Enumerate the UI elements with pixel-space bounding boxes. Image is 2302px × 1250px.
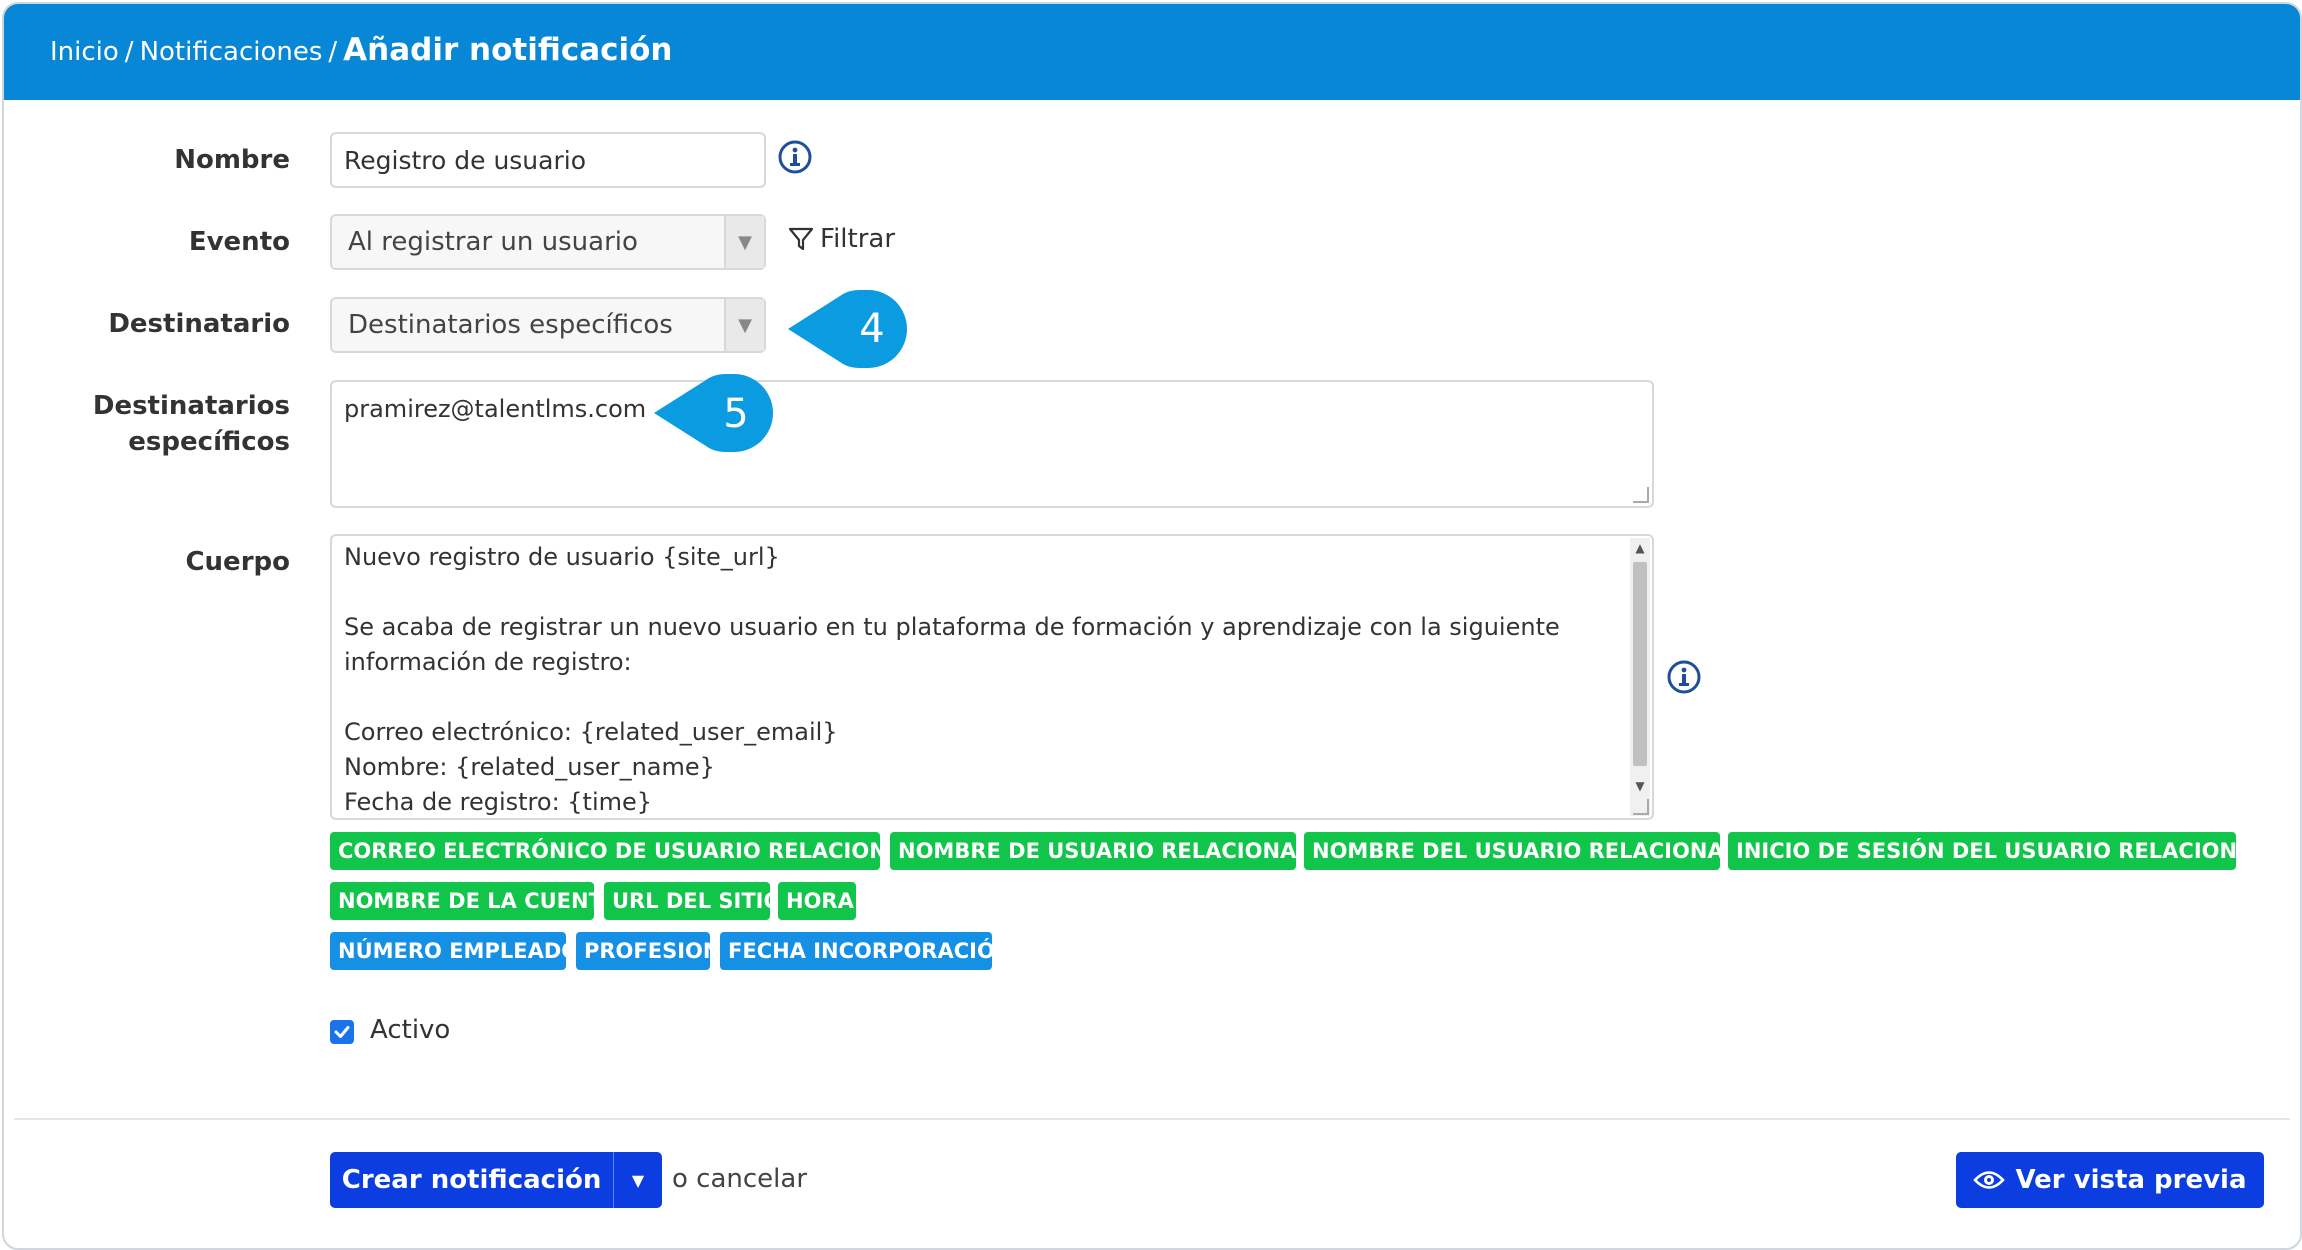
tag-button[interactable]: HORA bbox=[778, 882, 856, 920]
event-label: Evento bbox=[188, 227, 290, 257]
resize-handle[interactable] bbox=[1633, 799, 1649, 815]
tag-button[interactable]: CORREO ELECTRÓNICO DE USUARIO RELACIONAD… bbox=[330, 832, 938, 870]
specific-recipients-value: pramirez@talentlms.com bbox=[344, 395, 647, 423]
body-line: Nuevo registro de usuario {site_url} bbox=[344, 543, 780, 571]
body-line: Correo electrónico: {related_user_email} bbox=[344, 718, 838, 746]
active-label: Activo bbox=[370, 1015, 451, 1045]
scroll-down-icon[interactable]: ▼ bbox=[1630, 776, 1650, 796]
preview-label: Ver vista previa bbox=[2015, 1165, 2247, 1195]
preview-button[interactable]: Ver vista previa bbox=[1956, 1152, 2264, 1208]
filter-icon bbox=[788, 227, 814, 251]
chevron-down-icon: ▼ bbox=[724, 299, 764, 351]
name-info-icon[interactable] bbox=[778, 140, 812, 174]
breadcrumb-separator: / bbox=[124, 37, 134, 67]
body-textarea[interactable]: Nuevo registro de usuario {site_url} Se … bbox=[330, 534, 1654, 820]
page-title: Añadir notificación bbox=[343, 32, 673, 68]
body-line bbox=[344, 575, 1640, 610]
tag-button[interactable]: FECHA INCORPORACIÓN bbox=[720, 932, 1012, 970]
recipient-select[interactable]: Destinatarios específicos ▼ bbox=[330, 297, 766, 353]
scroll-thumb[interactable] bbox=[1633, 562, 1647, 766]
name-input[interactable]: Registro de usuario bbox=[330, 132, 766, 188]
tag-button[interactable]: NOMBRE DE LA CUENTA bbox=[330, 882, 618, 920]
breadcrumb: Inicio / Notificaciones / Añadir notificació… bbox=[50, 32, 673, 68]
event-select[interactable]: Al registrar un usuario ▼ bbox=[330, 214, 766, 270]
scroll-up-icon[interactable]: ▲ bbox=[1630, 538, 1650, 558]
body-scrollbar[interactable]: ▲ ▼ bbox=[1630, 538, 1650, 816]
body-label: Cuerpo bbox=[185, 547, 290, 577]
body-line: información de registro: bbox=[344, 648, 632, 676]
breadcrumb-home-link[interactable]: Inicio bbox=[50, 37, 119, 67]
chevron-down-icon[interactable]: ▼ bbox=[613, 1152, 662, 1208]
eye-icon bbox=[1973, 1171, 2006, 1189]
recipient-select-value: Destinatarios específicos bbox=[348, 310, 673, 340]
body-line: Se acaba de registrar un nuevo usuario e… bbox=[344, 613, 1560, 641]
specific-recipients-label-line1: Destinatarios bbox=[92, 391, 290, 421]
breadcrumb-separator: / bbox=[328, 37, 338, 67]
event-select-value: Al registrar un usuario bbox=[348, 227, 638, 257]
resize-handle[interactable] bbox=[1633, 487, 1649, 503]
breadcrumb-notifications-link[interactable]: Notificaciones bbox=[140, 37, 323, 67]
divider bbox=[14, 1118, 2290, 1120]
notification-form-window: Inicio / Notificaciones / Añadir notificació… bbox=[2, 2, 2302, 1250]
create-notification-label: Crear notificación bbox=[341, 1165, 602, 1195]
filter-label: Filtrar bbox=[820, 224, 896, 254]
recipient-label: Destinatario bbox=[108, 309, 290, 339]
callout-4-number: 4 bbox=[859, 306, 884, 352]
tag-button[interactable]: NOMBRE DEL USUARIO RELACIONADO bbox=[1304, 832, 1759, 870]
chevron-down-icon: ▼ bbox=[724, 216, 764, 268]
callout-5-number: 5 bbox=[723, 391, 748, 437]
body-line: Fecha de registro: {time} bbox=[344, 788, 653, 816]
checkmark-icon bbox=[334, 1026, 350, 1038]
filter-button[interactable]: Filtrar bbox=[788, 224, 895, 254]
body-info-icon[interactable] bbox=[1667, 660, 1701, 694]
tag-button[interactable]: NOMBRE DE USUARIO RELACIONADO bbox=[890, 832, 1332, 870]
tag-button[interactable]: URL DEL SITIO bbox=[604, 882, 781, 920]
active-checkbox[interactable] bbox=[330, 1020, 354, 1044]
tag-button[interactable]: PROFESION bbox=[576, 932, 720, 970]
page-header: Inicio / Notificaciones / Añadir notificació… bbox=[4, 4, 2300, 100]
specific-recipients-label: Destinatarios específicos bbox=[4, 388, 290, 460]
tag-button[interactable]: INICIO DE SESIÓN DEL USUARIO RELACIONADO bbox=[1728, 832, 2289, 870]
callout-5: 5 bbox=[654, 374, 773, 452]
specific-recipients-label-line2: específicos bbox=[128, 427, 290, 457]
name-label: Nombre bbox=[174, 145, 290, 175]
specific-recipients-textarea[interactable]: pramirez@talentlms.com bbox=[330, 380, 1654, 508]
create-notification-button[interactable]: Crear notificación ▼ bbox=[330, 1152, 662, 1208]
body-line bbox=[344, 680, 1640, 715]
cancel-link[interactable]: o cancelar bbox=[672, 1164, 807, 1194]
callout-4: 4 bbox=[788, 290, 907, 368]
tag-button[interactable]: NÚMERO EMPLEADO bbox=[330, 932, 579, 970]
body-line: Nombre: {related_user_name} bbox=[344, 753, 715, 781]
